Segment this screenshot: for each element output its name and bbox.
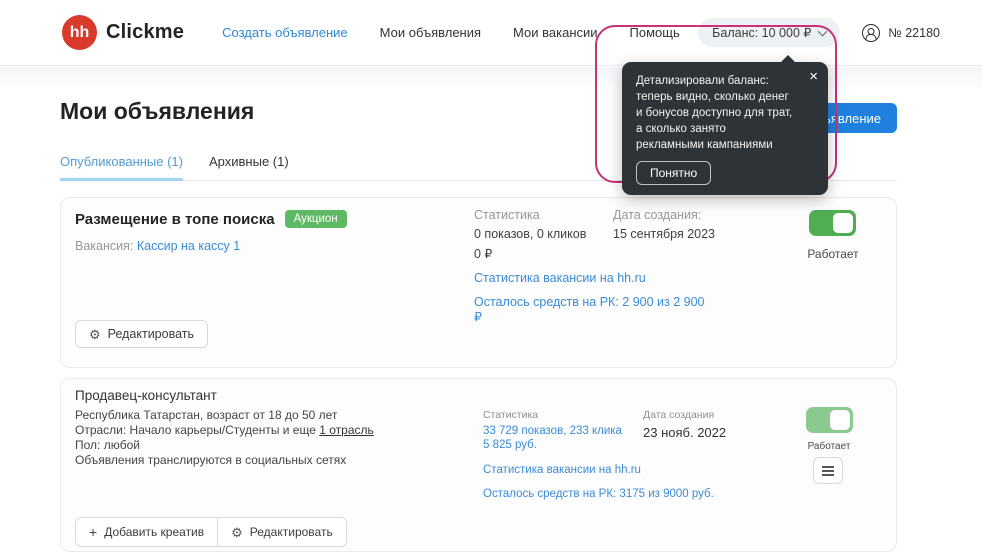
edit-button[interactable]: ⚙ Редактировать xyxy=(75,320,208,348)
nav-create-ad[interactable]: Создать объявление xyxy=(222,25,348,40)
gear-icon: ⚙ xyxy=(231,526,243,539)
card-actions: + Добавить креатив ⚙ Редактировать xyxy=(75,517,347,547)
nav-help[interactable]: Помощь xyxy=(630,25,680,40)
vacancy-stats-link[interactable]: Статистика вакансии на hh.ru xyxy=(474,271,714,285)
created-label: Дата создания xyxy=(643,409,726,421)
chevron-down-icon xyxy=(818,26,828,36)
gender-line: Пол: любой xyxy=(75,438,374,453)
brand-name: Clickme xyxy=(106,21,184,44)
tab-archived[interactable]: Архивные (1) xyxy=(209,154,289,181)
card-title-row: Размещение в топе поиска Аукцион xyxy=(75,210,347,228)
budget-remaining-link[interactable]: Осталось средств на РК: 2 900 из 2 900 ₽ xyxy=(474,295,714,324)
gear-icon: ⚙ xyxy=(89,328,101,341)
user-icon xyxy=(862,24,880,42)
created-column: Дата создания: 15 сентября 2023 xyxy=(613,208,715,241)
created-value: 23 нояб. 2022 xyxy=(643,425,726,440)
status-label: Работает xyxy=(797,247,869,261)
clickme-logo[interactable]: hh Clickme xyxy=(62,15,184,50)
edit-button[interactable]: ⚙ Редактировать xyxy=(217,518,346,546)
toggle-knob xyxy=(830,410,850,430)
main-nav: Создать объявление Мои объявления Мои ва… xyxy=(222,25,680,40)
vacancy-row: Вакансия: Кассир на кассу 1 xyxy=(75,239,240,253)
tooltip-confirm-button[interactable]: Понятно xyxy=(636,161,711,185)
industry-prefix: Отрасли: Начало карьеры/Студенты и еще xyxy=(75,423,319,437)
auction-badge: Аукцион xyxy=(285,210,347,228)
budget-remaining-link[interactable]: Осталось средств на РК: 3175 из 9000 руб… xyxy=(483,488,723,500)
balance-label: Баланс: 10 000 ₽ xyxy=(712,25,811,40)
card-title: Размещение в топе поиска xyxy=(75,211,275,228)
add-creative-button[interactable]: + Добавить креатив xyxy=(76,518,217,546)
nav-my-ads[interactable]: Мои объявления xyxy=(380,25,481,40)
hh-logo-icon: hh xyxy=(62,15,97,50)
social-line: Объявления транслируются в социальных се… xyxy=(75,453,374,468)
nav-my-vacancies[interactable]: Мои вакансии xyxy=(513,25,597,40)
tab-published[interactable]: Опубликованные (1) xyxy=(60,154,183,181)
created-column: Дата создания 23 нояб. 2022 xyxy=(643,409,726,440)
hh-logo-text: hh xyxy=(70,24,90,42)
card-title: Продавец-консультант xyxy=(75,388,217,403)
industry-more-link[interactable]: 1 отрасль xyxy=(319,423,374,437)
edit-button-label: Редактировать xyxy=(108,327,194,341)
region-line: Республика Татарстан, возраст от 18 до 5… xyxy=(75,408,374,423)
menu-icon xyxy=(822,470,834,472)
vacancy-link[interactable]: Кассир на кассу 1 xyxy=(137,239,240,253)
add-creative-label: Добавить креатив xyxy=(104,525,204,539)
top-header: hh Clickme Создать объявление Мои объявл… xyxy=(0,0,982,66)
status-toggle[interactable] xyxy=(809,210,856,236)
ad-card-seller-consultant: Продавец-консультант Республика Татарста… xyxy=(60,378,897,552)
account-number: № 22180 xyxy=(888,26,940,40)
header-right: Баланс: 10 000 ₽ № 22180 xyxy=(698,18,940,47)
close-icon[interactable]: × xyxy=(809,69,818,84)
created-value: 15 сентября 2023 xyxy=(613,227,715,241)
tooltip-arrow xyxy=(780,55,796,63)
plus-icon: + xyxy=(89,525,97,539)
balance-coachmark-tooltip: × Детализировали баланс: теперь видно, с… xyxy=(622,62,828,195)
status-label: Работает xyxy=(794,441,864,452)
status-toggle[interactable] xyxy=(806,407,853,433)
page-title: Мои объявления xyxy=(60,98,254,125)
targeting-description: Республика Татарстан, возраст от 18 до 5… xyxy=(75,408,374,468)
clickme-app: hh Clickme Создать объявление Мои объявл… xyxy=(0,0,982,554)
vacancy-stats-link[interactable]: Статистика вакансии на hh.ru xyxy=(483,464,723,476)
stats-spend-link[interactable]: 5 825 руб. xyxy=(483,439,723,451)
edit-button-label: Редактировать xyxy=(250,525,333,539)
ad-card-top-placement: Размещение в топе поиска Аукцион Ваканси… xyxy=(60,197,897,368)
balance-dropdown[interactable]: Баланс: 10 000 ₽ xyxy=(698,18,840,47)
created-label: Дата создания: xyxy=(613,208,715,222)
stats-spend: 0 ₽ xyxy=(474,246,714,261)
vacancy-label: Вакансия: xyxy=(75,239,133,253)
tooltip-message: Детализировали баланс: теперь видно, ско… xyxy=(636,73,814,153)
toggle-knob xyxy=(833,213,853,233)
account-menu[interactable]: № 22180 xyxy=(862,24,940,42)
industry-line: Отрасли: Начало карьеры/Студенты и еще 1… xyxy=(75,423,374,438)
card-menu-button[interactable] xyxy=(813,457,843,484)
